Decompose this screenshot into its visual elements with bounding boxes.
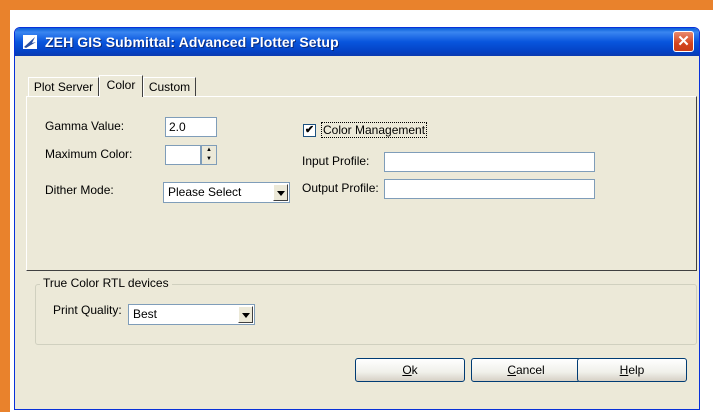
ok-label: k [411,363,418,377]
dropdown-arrow-icon[interactable] [238,306,253,323]
print-quality-select[interactable]: Best [128,304,255,325]
spin-up-icon[interactable]: ▲ [202,146,216,155]
dropdown-arrow-icon[interactable] [273,184,288,201]
close-button[interactable]: ✕ [673,31,694,52]
close-icon: ✕ [677,33,690,50]
window-title: ZEH GIS Submittal: Advanced Plotter Setu… [45,34,339,50]
max-color-label: Maximum Color: [45,147,133,161]
max-color-spinner[interactable]: ▲ ▼ [201,145,217,165]
print-quality-value: Best [133,307,158,321]
tab-label: Custom [148,80,191,94]
dither-value: Please Select [168,185,242,199]
frame-top-border [0,0,713,10]
rtl-group-title: True Color RTL devices [40,276,172,290]
gamma-label: Gamma Value: [45,119,125,133]
cancel-label: ancel [515,363,545,377]
ok-button[interactable]: Ok [355,358,465,382]
cancel-mnemonic: C [507,363,516,377]
title-bar[interactable]: ZEH GIS Submittal: Advanced Plotter Setu… [15,28,699,56]
color-management-label[interactable]: Color Management [321,122,428,138]
app-icon [23,35,37,49]
check-icon: ✔ [304,124,315,136]
output-profile-label: Output Profile: [302,181,379,195]
tab-custom[interactable]: Custom [143,77,196,97]
input-profile-field[interactable] [384,152,595,172]
output-profile-field[interactable] [384,179,595,199]
help-label: elp [628,363,645,377]
input-profile-label: Input Profile: [302,154,370,168]
tab-plot-server[interactable]: Plot Server [28,77,99,97]
dialog-window: ZEH GIS Submittal: Advanced Plotter Setu… [14,27,700,410]
help-button[interactable]: Help [577,358,687,382]
dither-label: Dither Mode: [45,183,114,197]
color-tab-panel: Gamma Value: 2.0 Maximum Color: ▲ ▼ Dith… [26,96,697,271]
dither-mode-select[interactable]: Please Select [163,182,290,203]
tab-color[interactable]: Color [99,75,143,97]
ok-mnemonic: O [402,363,412,377]
print-quality-label: Print Quality: [53,303,122,317]
frame-left-border [0,10,10,412]
gamma-input[interactable]: 2.0 [165,117,217,137]
max-color-input[interactable] [165,145,201,165]
tab-label: Color [106,78,136,92]
color-management-checkbox[interactable]: ✔ [303,124,316,137]
spin-down-icon[interactable]: ▼ [202,155,216,164]
tab-label: Plot Server [33,80,94,94]
cancel-button[interactable]: Cancel [471,358,581,382]
